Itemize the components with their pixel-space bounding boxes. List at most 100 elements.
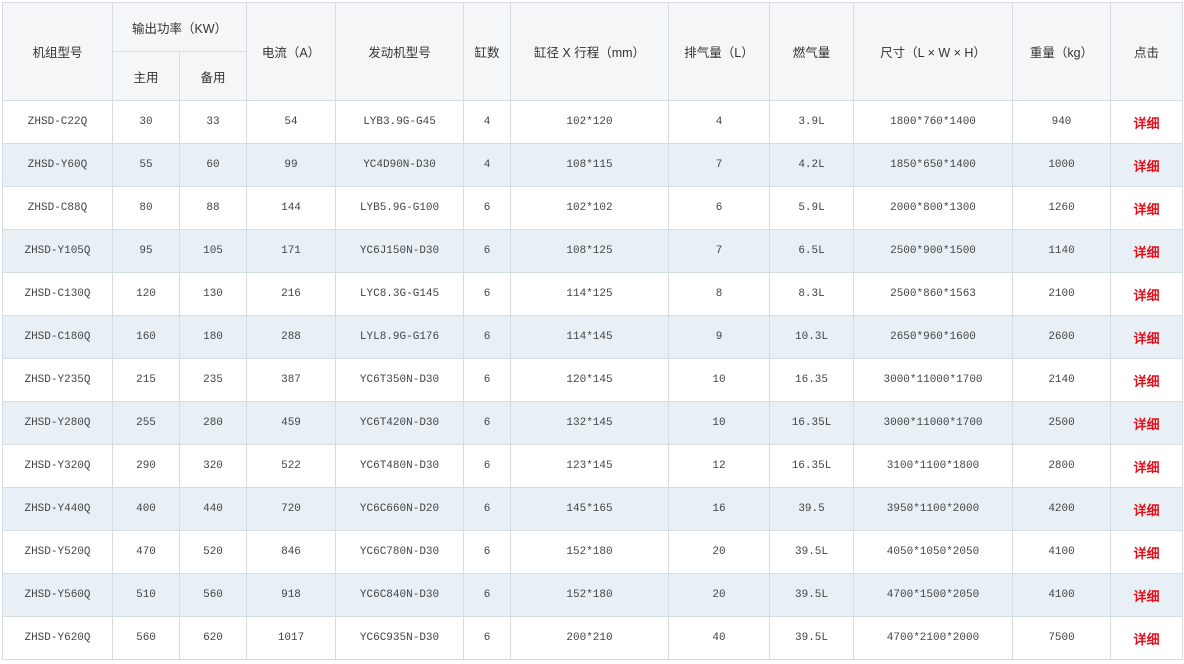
header-cylinders: 缸数	[463, 2, 512, 101]
main-power-cell: 215	[112, 358, 180, 402]
current-cell: 522	[246, 444, 337, 488]
dimensions-cell: 3950*1100*2000	[853, 487, 1014, 531]
detail-cell: 详细	[1110, 616, 1184, 660]
standby-power-cell: 235	[178, 358, 248, 402]
engine-model-cell: YC6C840N-D30	[335, 573, 465, 617]
engine-model-cell: YC6C780N-D30	[335, 530, 465, 574]
dimensions-cell: 1850*650*1400	[853, 143, 1014, 187]
header-main-power: 主用	[112, 51, 180, 101]
detail-cell: 详细	[1110, 530, 1184, 574]
dimensions-cell: 3000*11000*1700	[853, 401, 1014, 445]
displacement-cell: 4	[668, 100, 771, 144]
standby-power-cell: 560	[178, 573, 248, 617]
detail-cell: 详细	[1110, 272, 1184, 316]
detail-link[interactable]: 详细	[1134, 288, 1160, 303]
bore-stroke-cell: 102*102	[510, 186, 670, 230]
bore-stroke-cell: 114*145	[510, 315, 670, 359]
detail-link[interactable]: 详细	[1134, 632, 1160, 647]
main-power-cell: 470	[112, 530, 180, 574]
main-power-cell: 95	[112, 229, 180, 273]
engine-model-cell: LYC8.3G-G145	[335, 272, 465, 316]
detail-link[interactable]: 详细	[1134, 417, 1160, 432]
fuel-cell: 5.9L	[769, 186, 855, 230]
current-cell: 216	[246, 272, 337, 316]
cylinders-cell: 6	[463, 444, 512, 488]
detail-link[interactable]: 详细	[1134, 589, 1160, 604]
displacement-cell: 20	[668, 530, 771, 574]
current-cell: 720	[246, 487, 337, 531]
current-cell: 171	[246, 229, 337, 273]
dimensions-cell: 4050*1050*2050	[853, 530, 1014, 574]
weight-cell: 940	[1012, 100, 1112, 144]
cylinders-cell: 6	[463, 229, 512, 273]
displacement-cell: 9	[668, 315, 771, 359]
detail-cell: 详细	[1110, 229, 1184, 273]
model-cell: ZHSD-Y235Q	[2, 358, 113, 402]
table-row: ZHSD-Y280Q 255 280 459 YC6T420N-D30 6 132*145 1…	[2, 401, 1184, 445]
standby-power-cell: 620	[178, 616, 248, 660]
header-current: 电流（A）	[246, 2, 337, 101]
main-power-cell: 510	[112, 573, 180, 617]
detail-cell: 详细	[1110, 315, 1184, 359]
dimensions-cell: 4700*2100*2000	[853, 616, 1014, 660]
main-power-cell: 120	[112, 272, 180, 316]
table-row: ZHSD-Y320Q 290 320 522 YC6T480N-D30 6 123*145 1…	[2, 444, 1184, 488]
standby-power-cell: 280	[178, 401, 248, 445]
model-cell: ZHSD-Y280Q	[2, 401, 113, 445]
main-power-cell: 30	[112, 100, 180, 144]
engine-model-cell: YC6J150N-D30	[335, 229, 465, 273]
fuel-cell: 39.5L	[769, 573, 855, 617]
table-row: ZHSD-Y235Q 215 235 387 YC6T350N-D30 6 120*145 1…	[2, 358, 1184, 402]
main-power-cell: 255	[112, 401, 180, 445]
weight-cell: 2500	[1012, 401, 1112, 445]
engine-model-cell: YC6C935N-D30	[335, 616, 465, 660]
detail-link[interactable]: 详细	[1134, 116, 1160, 131]
detail-cell: 详细	[1110, 100, 1184, 144]
table-row: ZHSD-C22Q 30 33 54 LYB3.9G-G45 4 102*120 4 3.9L 1…	[2, 100, 1184, 144]
detail-cell: 详细	[1110, 444, 1184, 488]
weight-cell: 2100	[1012, 272, 1112, 316]
generator-spec-table: 机组型号 输出功率（KW） 电流（A） 发动机型号 缸数 缸径 X 行程（mm）…	[2, 2, 1184, 660]
cylinders-cell: 6	[463, 487, 512, 531]
detail-link[interactable]: 详细	[1134, 503, 1160, 518]
engine-model-cell: LYB3.9G-G45	[335, 100, 465, 144]
detail-link[interactable]: 详细	[1134, 202, 1160, 217]
main-power-cell: 290	[112, 444, 180, 488]
dimensions-cell: 1800*760*1400	[853, 100, 1014, 144]
fuel-cell: 39.5L	[769, 530, 855, 574]
current-cell: 918	[246, 573, 337, 617]
engine-model-cell: YC6T350N-D30	[335, 358, 465, 402]
engine-model-cell: LYB5.9G-G100	[335, 186, 465, 230]
bore-stroke-cell: 152*180	[510, 530, 670, 574]
detail-link[interactable]: 详细	[1134, 546, 1160, 561]
detail-cell: 详细	[1110, 573, 1184, 617]
cylinders-cell: 6	[463, 573, 512, 617]
table-row: ZHSD-Y560Q 510 560 918 YC6C840N-D30 6 152*180 2…	[2, 573, 1184, 617]
current-cell: 99	[246, 143, 337, 187]
cylinders-cell: 6	[463, 272, 512, 316]
table-row: ZHSD-C130Q 120 130 216 LYC8.3G-G145 6 114*125 8…	[2, 272, 1184, 316]
model-cell: ZHSD-C130Q	[2, 272, 113, 316]
detail-link[interactable]: 详细	[1134, 374, 1160, 389]
bore-stroke-cell: 200*210	[510, 616, 670, 660]
cylinders-cell: 6	[463, 530, 512, 574]
header-action: 点击	[1110, 2, 1184, 101]
weight-cell: 1260	[1012, 186, 1112, 230]
weight-cell: 2800	[1012, 444, 1112, 488]
detail-link[interactable]: 详细	[1134, 460, 1160, 475]
header-standby-power: 备用	[178, 51, 248, 101]
header-engine-model: 发动机型号	[335, 2, 465, 101]
main-power-cell: 160	[112, 315, 180, 359]
detail-link[interactable]: 详细	[1134, 245, 1160, 260]
table-body: ZHSD-C22Q 30 33 54 LYB3.9G-G45 4 102*120 4 3.9L 1…	[2, 100, 1184, 660]
detail-link[interactable]: 详细	[1134, 159, 1160, 174]
standby-power-cell: 320	[178, 444, 248, 488]
bore-stroke-cell: 123*145	[510, 444, 670, 488]
fuel-cell: 39.5L	[769, 616, 855, 660]
displacement-cell: 7	[668, 229, 771, 273]
table-row: ZHSD-Y620Q 560 620 1017 YC6C935N-D30 6 200*210…	[2, 616, 1184, 660]
current-cell: 288	[246, 315, 337, 359]
weight-cell: 4100	[1012, 573, 1112, 617]
detail-link[interactable]: 详细	[1134, 331, 1160, 346]
bore-stroke-cell: 108*115	[510, 143, 670, 187]
